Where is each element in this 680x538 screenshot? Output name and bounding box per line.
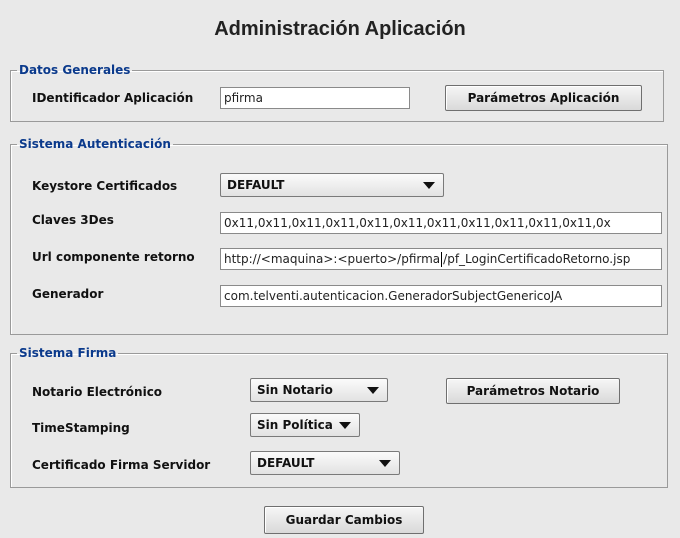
chevron-down-icon <box>379 460 391 467</box>
claves-3des-input[interactable]: 0x11,0x11,0x11,0x11,0x11,0x11,0x11,0x11,… <box>220 212 662 234</box>
url-label: Url componente retorno <box>32 250 195 264</box>
url-value-part1: http://<maquina>:<puerto>/pfirma <box>224 252 441 266</box>
notario-select[interactable]: Sin Notario <box>250 378 388 402</box>
keystore-label: Keystore Certificados <box>32 179 178 193</box>
generador-input[interactable]: com.telventi.autenticacion.GeneradorSubj… <box>220 285 662 307</box>
sistema-autenticacion-legend: Sistema Autenticación <box>19 137 171 151</box>
notario-select-value: Sin Notario <box>257 383 333 397</box>
chevron-down-icon <box>367 387 379 394</box>
parametros-aplicacion-button[interactable]: Parámetros Aplicación <box>445 85 642 111</box>
chevron-down-icon <box>339 422 351 429</box>
datos-generales-legend: Datos Generales <box>19 63 131 77</box>
timestamping-label: TimeStamping <box>32 421 130 435</box>
sistema-firma-legend: Sistema Firma <box>19 346 117 360</box>
certificado-select-value: DEFAULT <box>257 456 315 470</box>
text-caret <box>441 252 443 267</box>
certificado-select[interactable]: DEFAULT <box>250 451 400 475</box>
parametros-notario-button[interactable]: Parámetros Notario <box>446 378 620 404</box>
generador-label: Generador <box>32 287 104 301</box>
chevron-down-icon <box>423 182 435 189</box>
notario-label: Notario Electrónico <box>32 385 163 399</box>
url-componente-input[interactable]: http://<maquina>:<puerto>/pfirma/pf_Logi… <box>220 248 662 270</box>
timestamping-select[interactable]: Sin Política <box>250 413 360 437</box>
page-title: Administración Aplicación <box>214 18 466 40</box>
timestamping-select-value: Sin Política <box>257 418 333 432</box>
guardar-cambios-button[interactable]: Guardar Cambios <box>264 506 424 534</box>
keystore-select-value: DEFAULT <box>227 178 285 192</box>
url-value-part2: /pf_LoginCertificadoRetorno.jsp <box>443 252 631 266</box>
identificador-label: IDentificador Aplicación <box>32 91 194 105</box>
claves-label: Claves 3Des <box>32 213 114 227</box>
identificador-input[interactable]: pfirma <box>220 87 410 109</box>
keystore-select[interactable]: DEFAULT <box>220 173 444 197</box>
certificado-label: Certificado Firma Servidor <box>32 458 211 472</box>
